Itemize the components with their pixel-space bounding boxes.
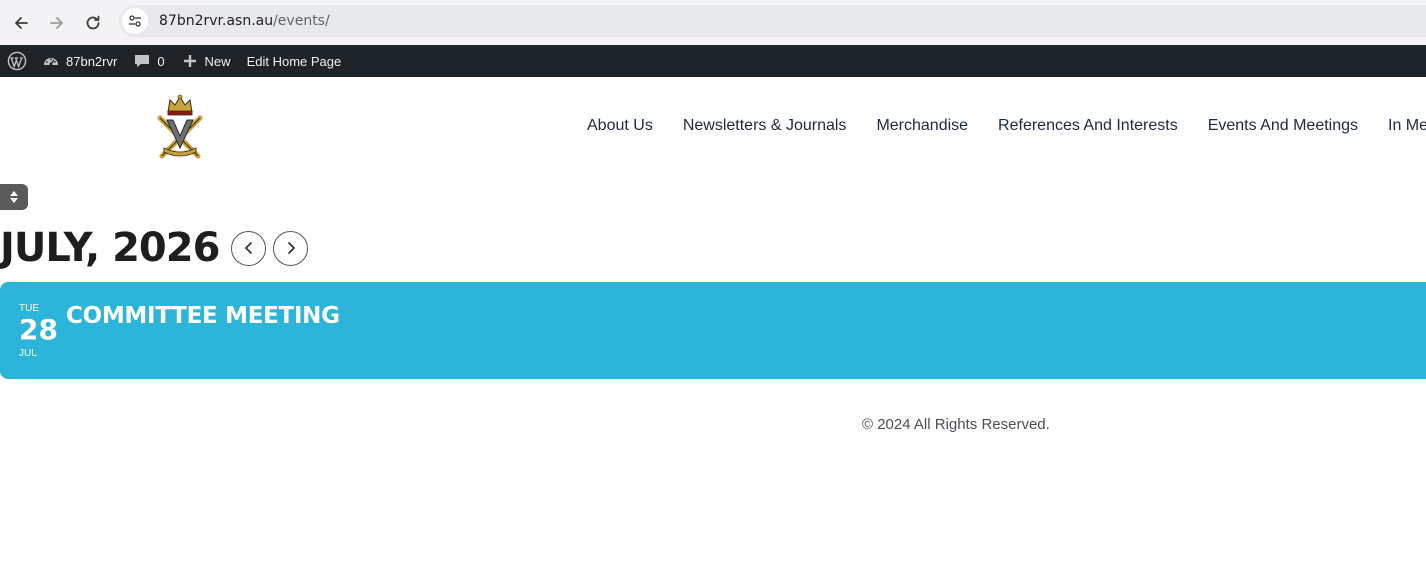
back-arrow-icon [15,16,28,29]
nav-merchandise[interactable]: Merchandise [861,117,983,135]
forward-arrow-icon [50,16,63,29]
url-text: 87bn2rvr.asn.au/events/ [159,13,330,29]
event-day: 28 [19,313,58,346]
calendar-month-header: JULY, 2026 [0,224,309,272]
comment-icon [135,55,150,67]
edit-page-label: Edit Home Page [246,53,342,69]
comments-count: 0 [157,53,165,69]
main-navigation: About Us Newsletters & Journals Merchand… [572,117,1426,135]
reload-icon [86,15,100,29]
chevron-right-icon [288,242,295,254]
nav-events-meetings[interactable]: Events And Meetings [1193,117,1373,135]
url-path: /events/ [273,13,330,29]
site-name-label: 87bn2rvr [66,53,118,69]
chevron-left-icon [245,242,252,254]
wordpress-menu[interactable] [0,45,34,77]
sort-arrows-icon [10,191,18,203]
event-title[interactable]: COMMITTEE MEETING [66,303,340,329]
footer-copyright: © 2024 All Rights Reserved. [862,416,1050,433]
comments-menu[interactable]: 0 [125,45,172,77]
nav-in-memoriam[interactable]: In Mem [1373,117,1426,135]
reload-button[interactable] [75,5,111,41]
edit-page-link[interactable]: Edit Home Page [239,45,350,77]
wp-admin-bar: 87bn2rvr 0 New Edit Home Page [0,45,1426,77]
nav-references-interests[interactable]: References And Interests [983,117,1193,135]
plus-icon [183,55,196,67]
wordpress-logo-icon [7,51,27,71]
new-label: New [204,53,231,69]
site-info-button[interactable] [122,8,148,34]
site-name-menu[interactable]: 87bn2rvr [34,45,125,77]
next-month-button[interactable] [273,230,309,266]
browser-toolbar: 87bn2rvr.asn.au/events/ [0,0,1426,45]
forward-button[interactable] [39,5,75,41]
event-card[interactable]: TUE 28 JUL COMMITTEE MEETING [0,282,1426,379]
new-content-menu[interactable]: New [173,45,239,77]
site-info-icon [129,15,141,27]
previous-month-button[interactable] [231,230,267,266]
nav-about-us[interactable]: About Us [572,117,668,135]
dashboard-icon [44,58,58,66]
regiment-crest-logo[interactable] [154,94,206,162]
event-month: JUL [19,348,37,359]
site-header: About Us Newsletters & Journals Merchand… [0,77,1426,177]
address-bar[interactable]: 87bn2rvr.asn.au/events/ [119,5,1426,37]
nav-newsletters-journals[interactable]: Newsletters & Journals [668,117,862,135]
back-button[interactable] [3,5,39,41]
url-domain: 87bn2rvr.asn.au [159,13,274,29]
month-title: JULY, 2026 [0,225,220,271]
view-toggle-button[interactable] [0,184,28,210]
event-date: TUE 28 JUL [19,303,59,359]
